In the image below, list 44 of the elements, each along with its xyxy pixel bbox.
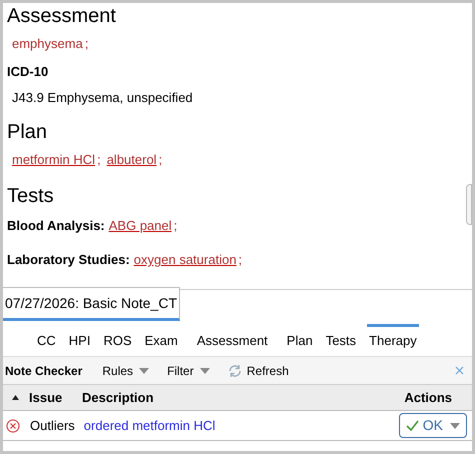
term-link[interactable]: oxygen saturation [134, 250, 236, 270]
close-icon[interactable] [455, 366, 464, 375]
code-text: J43.9 Emphysema, unspecified [12, 89, 193, 108]
refresh-icon [228, 364, 242, 378]
section-tab[interactable]: Assessment [194, 324, 270, 354]
section-tab[interactable]: Plan [284, 324, 315, 354]
column-header[interactable]: Description [82, 388, 154, 408]
separator: ; [158, 151, 162, 170]
field-label: Blood Analysis: [7, 217, 105, 236]
term-link[interactable]: albuterol [106, 150, 157, 170]
term-link[interactable]: metformin HCl [12, 150, 96, 170]
menu-button[interactable]: Filter [167, 362, 210, 380]
field-label: Laboratory Studies: [7, 251, 130, 270]
separator: ; [238, 251, 242, 270]
description-link[interactable]: ordered metformin HCl [84, 416, 216, 436]
section-tab[interactable]: Tests [324, 324, 358, 354]
subheading: ICD-10 [7, 63, 50, 82]
section-tab[interactable]: HPI [66, 324, 92, 354]
caret-icon [200, 368, 210, 374]
separator: ; [97, 151, 101, 170]
caret-icon [139, 368, 150, 374]
section-heading: Tests [7, 184, 54, 209]
column-header[interactable]: Issue [29, 388, 82, 408]
section-tab[interactable]: ROS [101, 324, 134, 354]
section-tab[interactable]: CC [35, 324, 58, 354]
sort-icon[interactable] [12, 395, 19, 400]
ok-button[interactable]: OK [398, 413, 467, 438]
section-tab[interactable]: Exam [142, 324, 180, 354]
caret-icon [450, 422, 460, 428]
section-heading: Plan [7, 120, 48, 145]
refresh-button[interactable]: Refresh [228, 362, 289, 380]
note-tab[interactable]: 07/27/2026: Basic Note_CT [3, 287, 180, 321]
separator: ; [174, 217, 178, 236]
column-header[interactable]: Actions [404, 388, 452, 408]
check-icon [406, 420, 419, 431]
scrollbar-thumb[interactable] [466, 184, 472, 225]
separator: ; [84, 35, 88, 54]
issue-cell-text: Outliers [30, 416, 75, 435]
section-heading: Assessment [7, 4, 116, 29]
term-link[interactable]: emphysema [12, 34, 83, 54]
term-link[interactable]: ABG panel [108, 216, 172, 236]
panel-title: Note Checker [5, 362, 82, 380]
error-icon [6, 418, 20, 432]
menu-button[interactable]: Rules [102, 362, 150, 380]
